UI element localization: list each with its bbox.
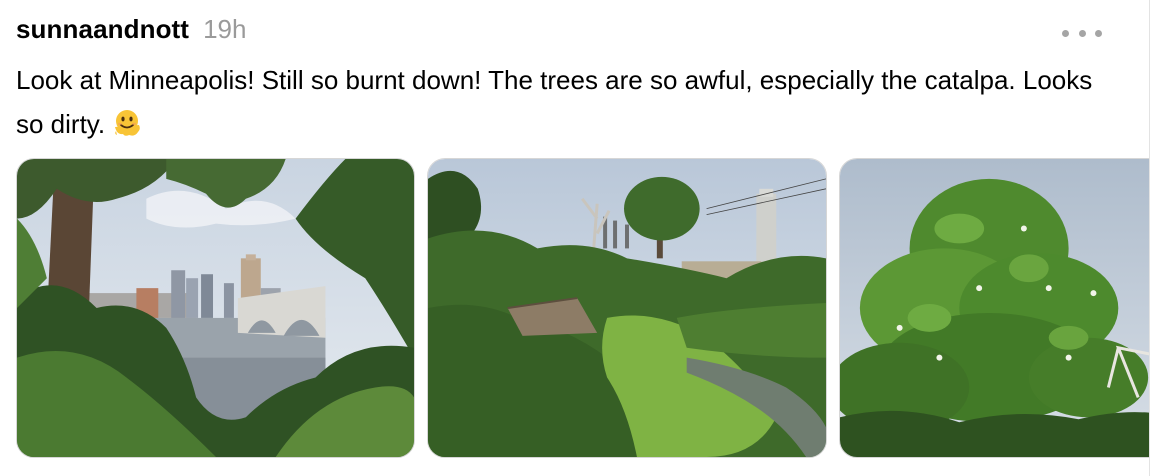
post-card: sunnaandnott 19h Look at Minneapolis! St… [0,0,1149,476]
photo-overgrown-ravine[interactable] [427,158,827,458]
photo-catalpa-tree[interactable] [839,158,1149,458]
post-caption: Look at Minneapolis! Still so burnt down… [16,58,1116,146]
photo-riverside-city-view[interactable] [16,158,415,458]
caption-text: Look at Minneapolis! Still so burnt down… [16,65,1093,139]
media-carousel[interactable] [16,158,1149,458]
username-link[interactable]: sunnaandnott [16,14,189,45]
post-header: sunnaandnott 19h [16,14,246,48]
melting-face-emoji-icon [115,110,140,136]
post-timestamp[interactable]: 19h [203,14,246,45]
ravine-image [428,159,826,457]
feed-divider [1149,0,1150,476]
catalpa-image [840,159,1149,457]
river-city-image [17,159,414,457]
more-options-icon[interactable] [1062,26,1102,40]
